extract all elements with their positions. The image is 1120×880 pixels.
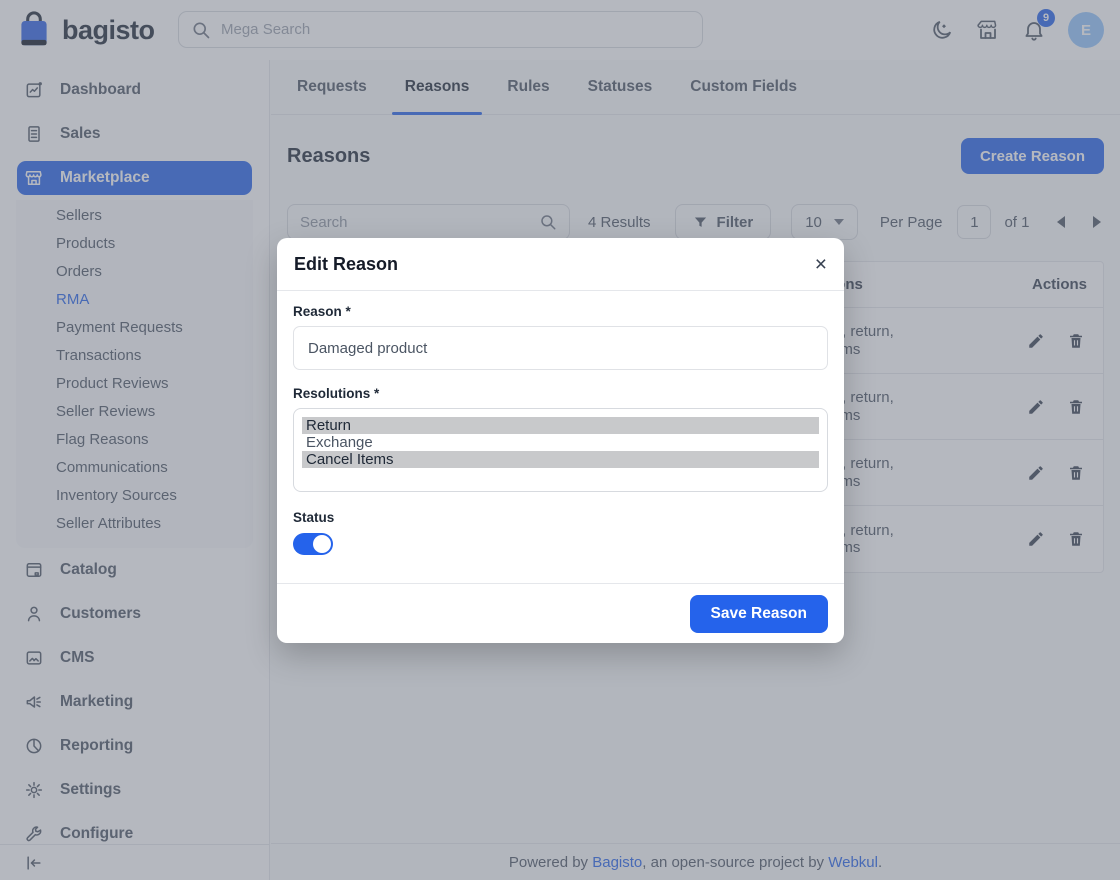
option-exchange[interactable]: Exchange <box>302 434 819 451</box>
modal-title: Edit Reason <box>294 254 398 275</box>
save-reason-button[interactable]: Save Reason <box>690 595 829 633</box>
resolutions-multiselect[interactable]: Return Exchange Cancel Items <box>293 408 828 492</box>
option-cancel-items[interactable]: Cancel Items <box>302 451 819 468</box>
option-return[interactable]: Return <box>302 417 819 434</box>
close-icon[interactable]: × <box>815 254 827 275</box>
status-label: Status <box>293 510 828 525</box>
status-toggle[interactable] <box>293 533 333 555</box>
toggle-knob <box>313 535 331 553</box>
reason-input[interactable] <box>293 326 828 370</box>
resolutions-label: Resolutions * <box>293 386 828 401</box>
reason-label: Reason * <box>293 304 828 319</box>
edit-reason-modal: Edit Reason × Reason * Resolutions * Ret… <box>277 238 844 643</box>
